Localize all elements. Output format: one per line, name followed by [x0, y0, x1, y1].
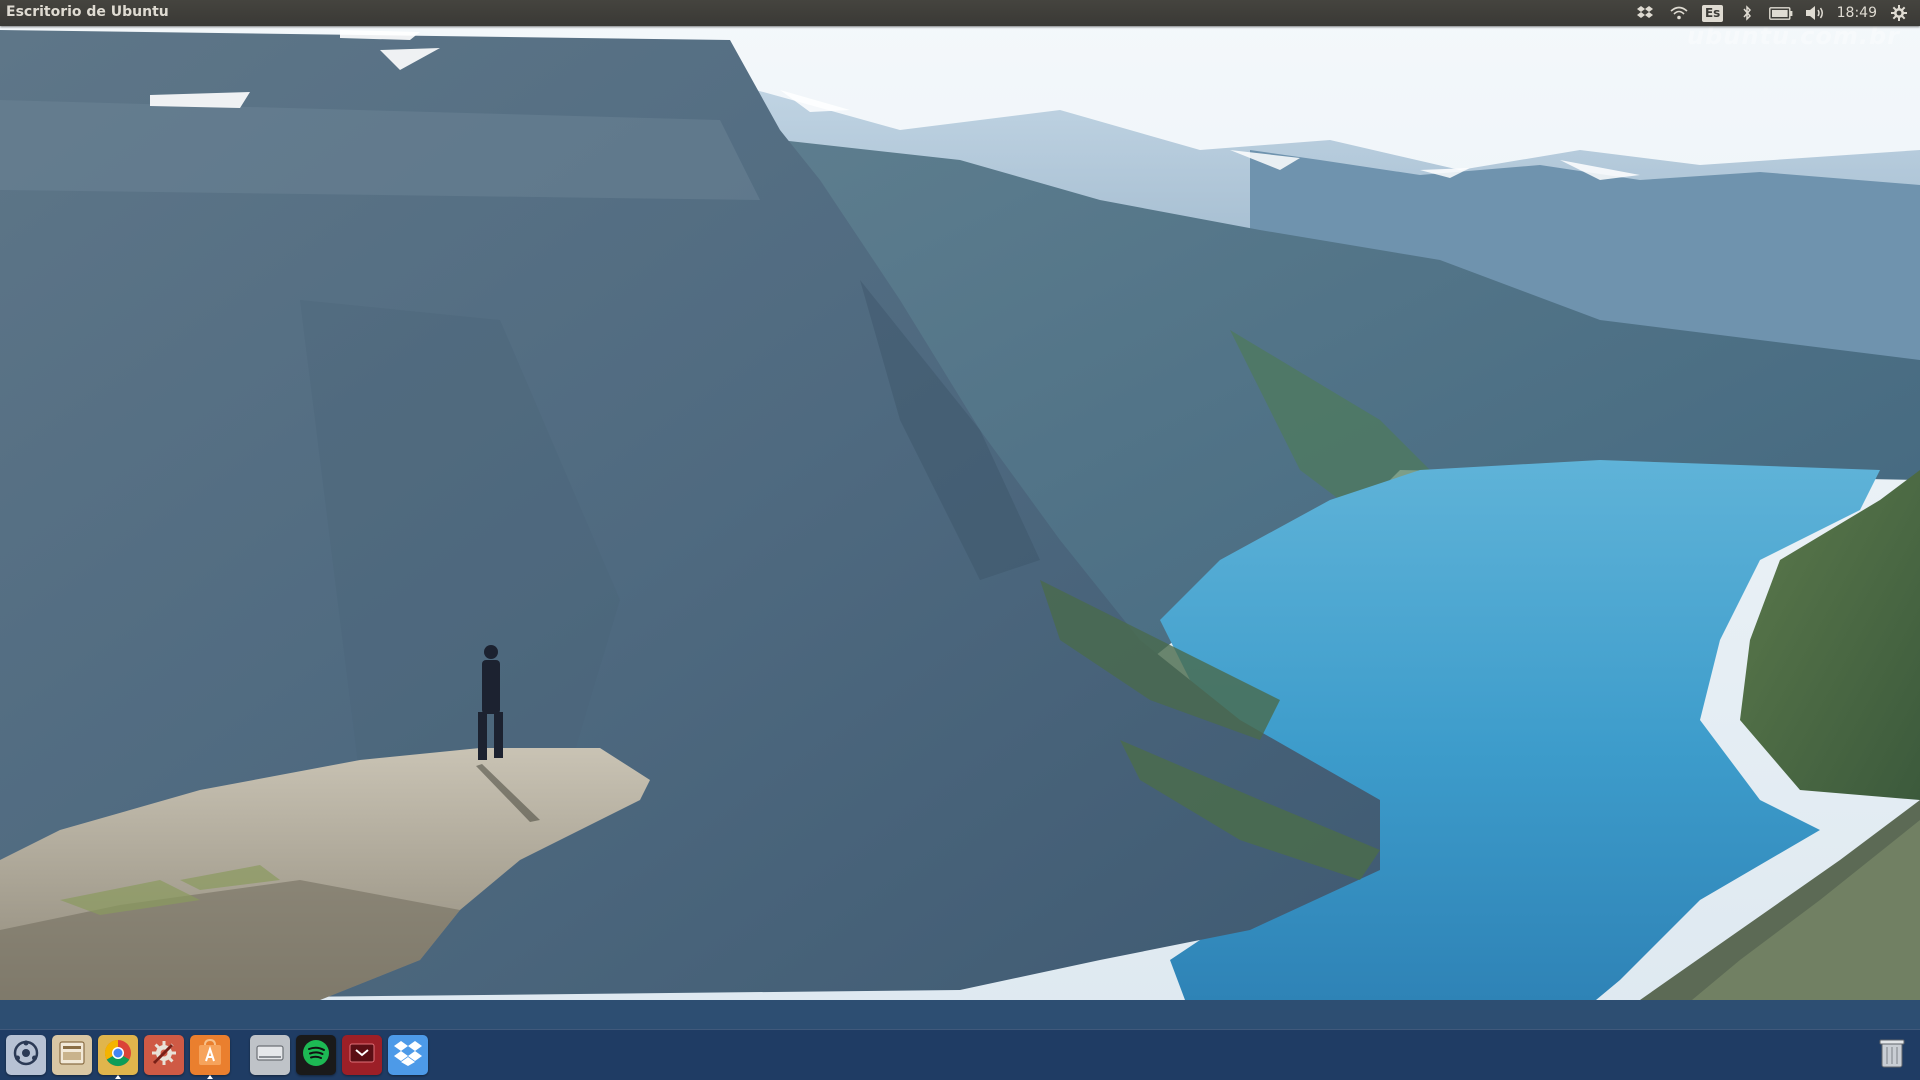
running-indicator [115, 1075, 121, 1079]
media-app-button[interactable] [342, 1035, 382, 1075]
bluetooth-icon [1742, 5, 1752, 21]
trash-icon [1879, 1037, 1905, 1073]
session-indicator[interactable] [1882, 0, 1916, 26]
clock-indicator[interactable]: 18:49 [1832, 0, 1882, 26]
files-icon [58, 1040, 86, 1070]
drive-button[interactable] [250, 1035, 290, 1075]
launcher-dock [0, 1029, 1920, 1080]
bluetooth-indicator[interactable] [1730, 0, 1764, 26]
trash-button[interactable] [1872, 1035, 1912, 1075]
sound-indicator[interactable] [1798, 0, 1832, 26]
battery-indicator[interactable] [1764, 0, 1798, 26]
chrome-button[interactable] [98, 1035, 138, 1079]
system-settings-button[interactable] [144, 1035, 184, 1075]
dash-home-icon [12, 1039, 40, 1071]
desktop-wallpaper [0, 0, 1920, 1080]
drive-icon [255, 1042, 285, 1068]
spotify-icon [301, 1038, 331, 1072]
top-panel: Escritorio de Ubuntu Es 18:49 [0, 0, 1920, 26]
keyboard-layout-indicator[interactable]: Es [1696, 0, 1730, 26]
desktop: ubuntu.com.br Escritorio de Ubuntu Es 18… [0, 0, 1920, 1080]
dash-home-button[interactable] [6, 1035, 46, 1075]
clock-time: 18:49 [1836, 5, 1877, 21]
dropbox-indicator[interactable] [1628, 0, 1662, 26]
software-center-icon [196, 1038, 224, 1071]
gear-icon [1891, 5, 1907, 21]
network-indicator[interactable] [1662, 0, 1696, 26]
keyboard-layout-label: Es [1701, 4, 1724, 22]
dropbox-icon [1636, 5, 1654, 21]
indicator-area: Es 18:49 [1628, 0, 1916, 26]
dropbox-button[interactable] [388, 1035, 428, 1075]
dropbox-icon [393, 1039, 423, 1071]
software-center-button[interactable] [190, 1035, 230, 1079]
spotify-button[interactable] [296, 1035, 336, 1075]
running-indicator [207, 1075, 213, 1079]
window-title: Escritorio de Ubuntu [6, 4, 169, 20]
system-settings-icon [150, 1039, 178, 1071]
volume-icon [1805, 5, 1825, 21]
chrome-icon [103, 1038, 133, 1072]
files-button[interactable] [52, 1035, 92, 1075]
wifi-icon [1670, 6, 1688, 20]
media-app-icon [348, 1041, 376, 1069]
wallpaper-watermark: ubuntu.com.br [1687, 22, 1900, 50]
battery-icon [1768, 6, 1793, 20]
